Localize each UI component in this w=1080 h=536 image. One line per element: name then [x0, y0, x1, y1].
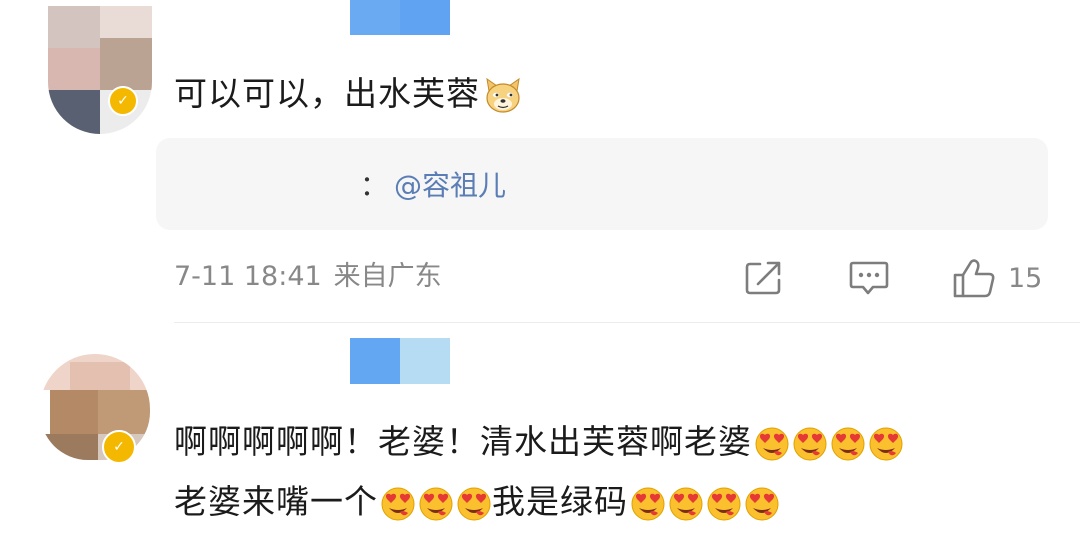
heart-eyes-icon — [754, 426, 790, 462]
user-avatar[interactable] — [48, 6, 152, 134]
comment-text-content: 我是绿码 — [492, 482, 628, 521]
divider — [174, 322, 1080, 323]
comment-location: 来自广东 — [333, 261, 442, 292]
comment-date: 7-11 18:41 — [174, 261, 322, 292]
heart-eyes-icon — [668, 486, 704, 522]
comment-text-content: 可以可以，出水芙蓉 — [174, 74, 480, 113]
verified-badge-icon: ✓ — [102, 430, 136, 464]
heart-eyes-icon — [868, 426, 904, 462]
reply-colon: ： — [360, 169, 389, 202]
comment-text-line-2: 老婆来嘴一个 我是绿码 — [174, 474, 780, 530]
doge-icon — [482, 77, 524, 115]
heart-eyes-icon — [630, 486, 666, 522]
comment-text: 可以可以，出水芙蓉 — [174, 66, 524, 122]
reply-preview[interactable]: ： @容祖儿 — [360, 164, 506, 208]
heart-eyes-icon — [792, 426, 828, 462]
thumbs-up-icon — [953, 259, 995, 298]
comment-text-content: 啊啊啊啊啊！老婆！清水出芙蓉啊老婆 — [174, 422, 752, 461]
share-button[interactable] — [744, 254, 784, 302]
heart-eyes-icon — [418, 486, 454, 522]
heart-eyes-icon — [744, 486, 780, 522]
heart-eyes-icon — [706, 486, 742, 522]
username[interactable] — [350, 338, 450, 384]
like-button[interactable]: 15 — [952, 254, 1042, 302]
comment-icon — [849, 261, 889, 295]
username[interactable] — [350, 0, 450, 35]
like-count: 15 — [1008, 262, 1043, 294]
share-icon — [745, 261, 781, 295]
comment-text-line-1: 啊啊啊啊啊！老婆！清水出芙蓉啊老婆 — [174, 414, 904, 470]
reply-preview-box[interactable] — [156, 138, 1048, 230]
comment-text-content: 老婆来嘴一个 — [174, 482, 378, 521]
heart-eyes-icon — [380, 486, 416, 522]
verified-badge-icon: ✓ — [108, 86, 138, 116]
comment-meta: 7-11 18:41 来自广东 — [174, 254, 454, 300]
comment-button[interactable] — [848, 254, 890, 302]
heart-eyes-icon — [456, 486, 492, 522]
mention-link[interactable]: @容祖儿 — [394, 169, 506, 202]
heart-eyes-icon — [830, 426, 866, 462]
